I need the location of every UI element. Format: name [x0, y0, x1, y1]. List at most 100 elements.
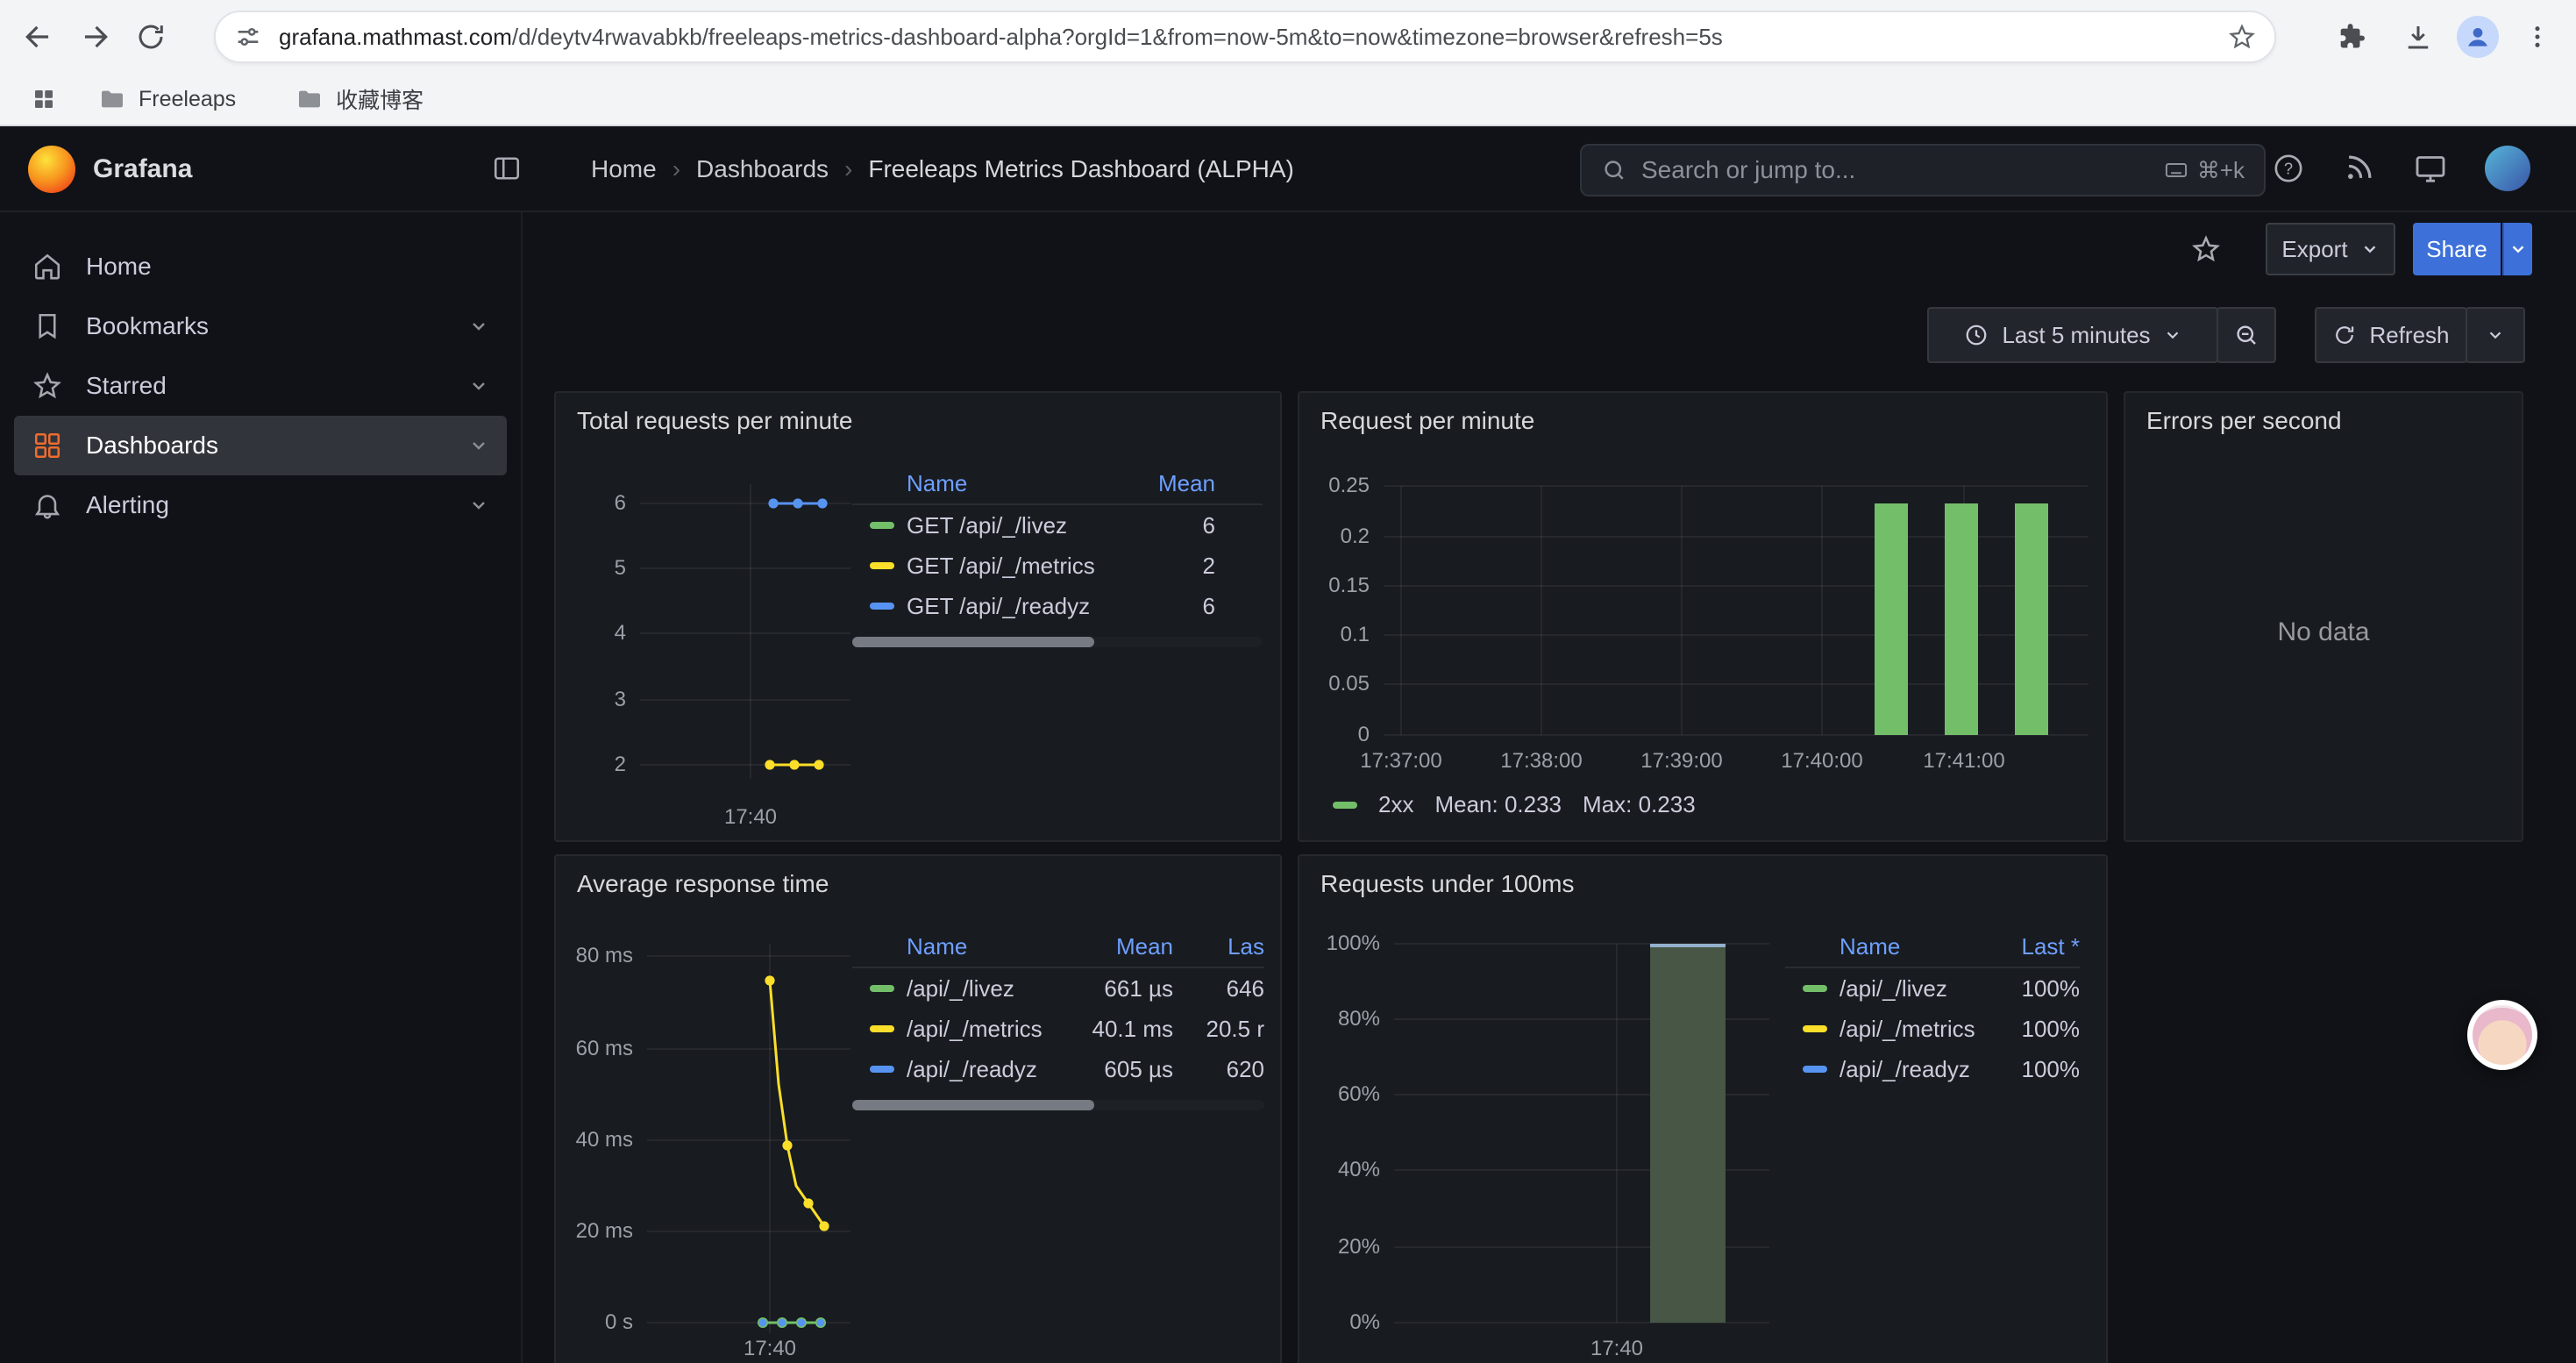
legend-header: Name Last *	[1785, 926, 2080, 968]
star-icon	[32, 370, 63, 402]
kiosk-mode-button[interactable]	[2413, 151, 2448, 186]
legend-row: GET /api/_/livez 6	[852, 505, 1263, 546]
bookmark-folder-blogs[interactable]: 收藏博客	[281, 78, 438, 120]
export-button[interactable]: Export	[2266, 223, 2395, 275]
legend-last-header[interactable]: Last *	[1992, 933, 2080, 960]
series-name[interactable]: /api/_/readyz	[1839, 1056, 1992, 1083]
browser-menu-button[interactable]	[2509, 9, 2565, 65]
site-info-icon[interactable]	[233, 22, 263, 52]
series-swatch[interactable]	[870, 1025, 894, 1032]
legend-last-header[interactable]: Las	[1184, 933, 1264, 960]
breadcrumb-home[interactable]: Home	[591, 155, 657, 183]
sidebar-item-alerting[interactable]: Alerting	[14, 475, 507, 535]
browser-actions	[2323, 0, 2565, 74]
chevron-down-icon	[2360, 239, 2380, 259]
series-name[interactable]: /api/_/livez	[1839, 975, 1992, 1003]
y-tick: 0.25	[1303, 474, 1370, 498]
sidebar-item-home[interactable]: Home	[14, 237, 507, 296]
series-name[interactable]: /api/_/metrics	[1839, 1016, 1992, 1043]
extensions-button[interactable]	[2323, 9, 2380, 65]
back-button[interactable]	[11, 9, 67, 65]
panel-legend: Name Mean GET /api/_/livez 6 GET /api/_/…	[852, 463, 1263, 647]
sidebar-item-dashboards[interactable]: Dashboards	[14, 416, 507, 475]
browser-profile-avatar[interactable]	[2457, 16, 2499, 58]
legend-mean-header[interactable]: Mean	[1068, 933, 1173, 960]
sidebar-item-label: Bookmarks	[86, 312, 209, 340]
legend-row: GET /api/_/readyz 6	[852, 586, 1263, 626]
chevron-down-icon[interactable]	[468, 316, 489, 337]
panel-legend: Name Mean Las /api/_/livez 661 µs 646 /a…	[852, 926, 1264, 1110]
breadcrumb-dashboards[interactable]: Dashboards	[696, 155, 829, 183]
series-mean-value: 6	[1145, 512, 1215, 539]
address-bar[interactable]: grafana.mathmast.com/d/deytv4rwavabkb/fr…	[214, 11, 2276, 63]
x-tick: 17:38:00	[1480, 749, 1603, 774]
y-tick: 0 s	[559, 1310, 633, 1335]
series-swatch[interactable]	[870, 562, 894, 569]
folder-icon	[98, 85, 126, 113]
share-button[interactable]: Share	[2413, 223, 2501, 275]
bookmark-icon	[32, 310, 63, 342]
series-name[interactable]: /api/_/livez	[907, 975, 1068, 1003]
sidebar-item-starred[interactable]: Starred	[14, 356, 507, 416]
legend-scrollbar	[852, 637, 1263, 647]
ai-assistant-avatar[interactable]	[2467, 1000, 2537, 1070]
search-box[interactable]: ⌘+k	[1580, 144, 2266, 196]
series-name[interactable]: 2xx	[1378, 791, 1413, 818]
user-avatar[interactable]	[2485, 146, 2530, 191]
grafana-logo[interactable]	[28, 146, 75, 193]
breadcrumb-separator: ›	[672, 155, 680, 183]
folder-icon	[295, 85, 324, 113]
forward-icon	[78, 20, 111, 54]
help-button[interactable]: ?	[2271, 151, 2306, 186]
chevron-down-icon[interactable]	[468, 375, 489, 396]
series-swatch[interactable]	[870, 985, 894, 992]
series-name[interactable]: GET /api/_/metrics	[907, 553, 1145, 580]
favorite-dashboard-button[interactable]	[2181, 225, 2231, 274]
legend-name-header[interactable]: Name	[907, 933, 1068, 960]
url-domain: grafana.mathmast.com	[279, 24, 512, 50]
x-tick: 17:40	[707, 805, 794, 830]
search-input[interactable]	[1641, 156, 2150, 184]
sidebar-item-bookmarks[interactable]: Bookmarks	[14, 296, 507, 356]
zoom-out-time-button[interactable]	[2217, 307, 2276, 363]
series-swatch[interactable]	[1803, 1066, 1827, 1073]
series-swatch[interactable]	[870, 522, 894, 529]
panel-legend: Name Last * /api/_/livez 100% /api/_/met…	[1785, 926, 2080, 1089]
refresh-interval-button[interactable]	[2466, 307, 2525, 363]
apps-button[interactable]	[21, 76, 67, 122]
series-name[interactable]: GET /api/_/livez	[907, 512, 1145, 539]
chevron-down-icon	[2163, 325, 2182, 345]
series-name[interactable]: GET /api/_/readyz	[907, 593, 1145, 620]
news-button[interactable]	[2343, 151, 2376, 184]
series-swatch[interactable]	[1803, 1025, 1827, 1032]
series-swatch[interactable]	[870, 1066, 894, 1073]
series-swatch[interactable]	[1803, 985, 1827, 992]
share-menu-button[interactable]	[2502, 223, 2532, 275]
time-range-picker[interactable]: Last 5 minutes	[1927, 307, 2218, 363]
bookmark-star-icon[interactable]	[2227, 22, 2257, 52]
legend-mean-header[interactable]: Mean	[1145, 470, 1215, 497]
sidebar-item-label: Dashboards	[86, 432, 218, 460]
sidebar-item-label: Starred	[86, 372, 167, 400]
bookmark-folder-freeleaps[interactable]: Freeleaps	[84, 80, 250, 118]
dock-menu-toggle[interactable]	[491, 153, 523, 184]
share-label: Share	[2426, 236, 2487, 263]
panel-title[interactable]: Errors per second	[2146, 407, 2342, 435]
downloads-button[interactable]	[2390, 9, 2446, 65]
refresh-button[interactable]: Refresh	[2315, 307, 2467, 363]
series-swatch[interactable]	[1333, 802, 1357, 809]
chevron-down-icon[interactable]	[468, 435, 489, 456]
chevron-down-icon[interactable]	[468, 495, 489, 516]
reload-button[interactable]	[123, 9, 179, 65]
legend-name-header[interactable]: Name	[907, 470, 1145, 497]
legend-name-header[interactable]: Name	[1839, 933, 1992, 960]
series-swatch[interactable]	[870, 603, 894, 610]
forward-button[interactable]	[67, 9, 123, 65]
legend-scrollbar-thumb[interactable]	[852, 637, 1094, 647]
screen: grafana.mathmast.com/d/deytv4rwavabkb/fr…	[0, 0, 2576, 1363]
legend-scrollbar-thumb[interactable]	[852, 1100, 1094, 1110]
series-name[interactable]: /api/_/readyz	[907, 1056, 1068, 1083]
panel-requests-under-100ms: Requests under 100ms 100% 80% 60% 40% 20…	[1298, 854, 2108, 1363]
series-name[interactable]: /api/_/metrics	[907, 1016, 1068, 1043]
series-last-value: 100%	[1992, 975, 2080, 1003]
